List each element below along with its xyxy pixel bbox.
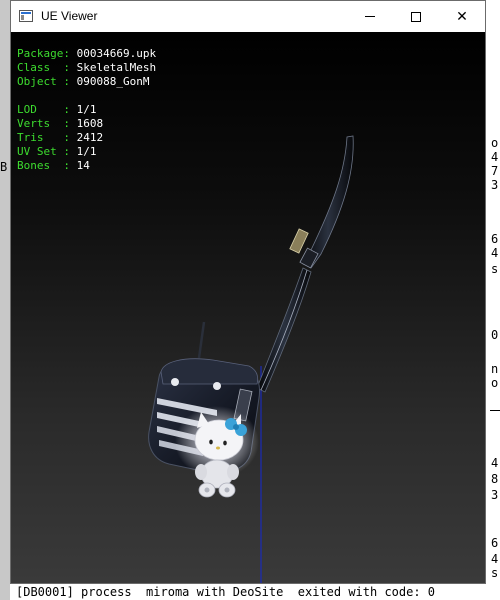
charm-eye — [209, 439, 213, 445]
title-bar[interactable]: UE Viewer ✕ — [11, 1, 485, 32]
info-package: Package: 00034669.upk — [17, 47, 156, 61]
strap-buckle — [289, 228, 309, 254]
console-line: s — [491, 262, 499, 276]
info-label: Package: — [17, 47, 70, 60]
console-line: 7 — [491, 164, 499, 178]
info-bones: Bones : 14 — [17, 159, 156, 173]
charm-eye — [223, 440, 227, 446]
info-lod: LOD : 1/1 — [17, 103, 156, 117]
console-line: 4 — [491, 552, 499, 566]
info-uvset: UV Set : 1/1 — [17, 145, 156, 159]
info-label: Bones : — [17, 159, 70, 172]
info-value: 1608 — [76, 117, 104, 130]
minimize-icon — [365, 16, 375, 17]
info-label: UV Set : — [17, 145, 70, 158]
console-line: o — [491, 136, 499, 150]
console-line: 6 — [491, 536, 499, 550]
3d-viewport[interactable]: Package: 00034669.upk Class : SkeletalMe… — [11, 32, 485, 583]
console-line: 4 — [491, 150, 499, 164]
strap-upper — [302, 135, 354, 269]
bag-antenna — [197, 321, 206, 359]
console-line: 0 — [491, 328, 499, 342]
info-label: LOD : — [17, 103, 70, 116]
charm-bow-knot — [233, 424, 239, 430]
background-console-bottom: [DB0001] process miroma with DeoSite exi… — [10, 583, 486, 600]
console-line: o — [491, 376, 499, 390]
charm-arm — [227, 464, 239, 480]
console-line: 8 — [491, 472, 499, 486]
charm-nose — [216, 446, 220, 450]
info-label: Verts : — [17, 117, 70, 130]
background-console-glyph: B — [0, 160, 8, 174]
window-title: UE Viewer — [41, 9, 98, 23]
info-label: Class : — [17, 61, 70, 74]
charm-foot-pad — [204, 487, 210, 493]
charm-arm — [195, 464, 207, 480]
strap-lower — [256, 267, 312, 393]
info-label: Tris : — [17, 131, 70, 144]
console-line: n — [491, 362, 499, 376]
console-divider — [490, 410, 500, 411]
ue-viewer-window: UE Viewer ✕ Package: 00034669.upk Class … — [10, 0, 486, 584]
console-line: s — [491, 566, 499, 580]
info-value: 2412 — [76, 131, 104, 144]
background-console: o 4 7 3 6 4 s 0 n o 4 8 3 6 4 s — [486, 0, 500, 600]
mesh-info-overlay: Package: 00034669.upk Class : SkeletalMe… — [17, 47, 156, 173]
bag-rivet — [213, 382, 221, 390]
console-line: 4 — [491, 246, 499, 260]
console-line: 3 — [491, 488, 499, 502]
console-bottom-text: [DB0001] process miroma with DeoSite exi… — [16, 585, 436, 599]
bag-rivet — [171, 378, 179, 386]
info-value: 00034669.upk — [76, 47, 157, 60]
info-value: 090088_GonM — [76, 75, 150, 88]
info-verts: Verts : 1608 — [17, 117, 156, 131]
console-line: 3 — [491, 178, 499, 192]
maximize-button[interactable] — [393, 1, 439, 32]
info-value: SkeletalMesh — [76, 61, 157, 74]
app-icon[interactable] — [19, 10, 33, 22]
console-line: 4 — [491, 456, 499, 470]
console-line: 6 — [491, 232, 499, 246]
info-value: 1/1 — [76, 145, 97, 158]
info-tris: Tris : 2412 — [17, 131, 156, 145]
charm-foot-pad — [224, 487, 230, 493]
background-window-edge — [0, 0, 10, 600]
maximize-icon — [411, 11, 421, 22]
info-value: 14 — [76, 159, 90, 172]
info-label: Object : — [17, 75, 70, 88]
minimize-button[interactable] — [347, 1, 393, 32]
close-button[interactable]: ✕ — [439, 1, 485, 32]
info-value: 1/1 — [76, 103, 97, 116]
info-object: Object : 090088_GonM — [17, 75, 156, 89]
info-class: Class : SkeletalMesh — [17, 61, 156, 75]
close-icon: ✕ — [456, 8, 468, 24]
